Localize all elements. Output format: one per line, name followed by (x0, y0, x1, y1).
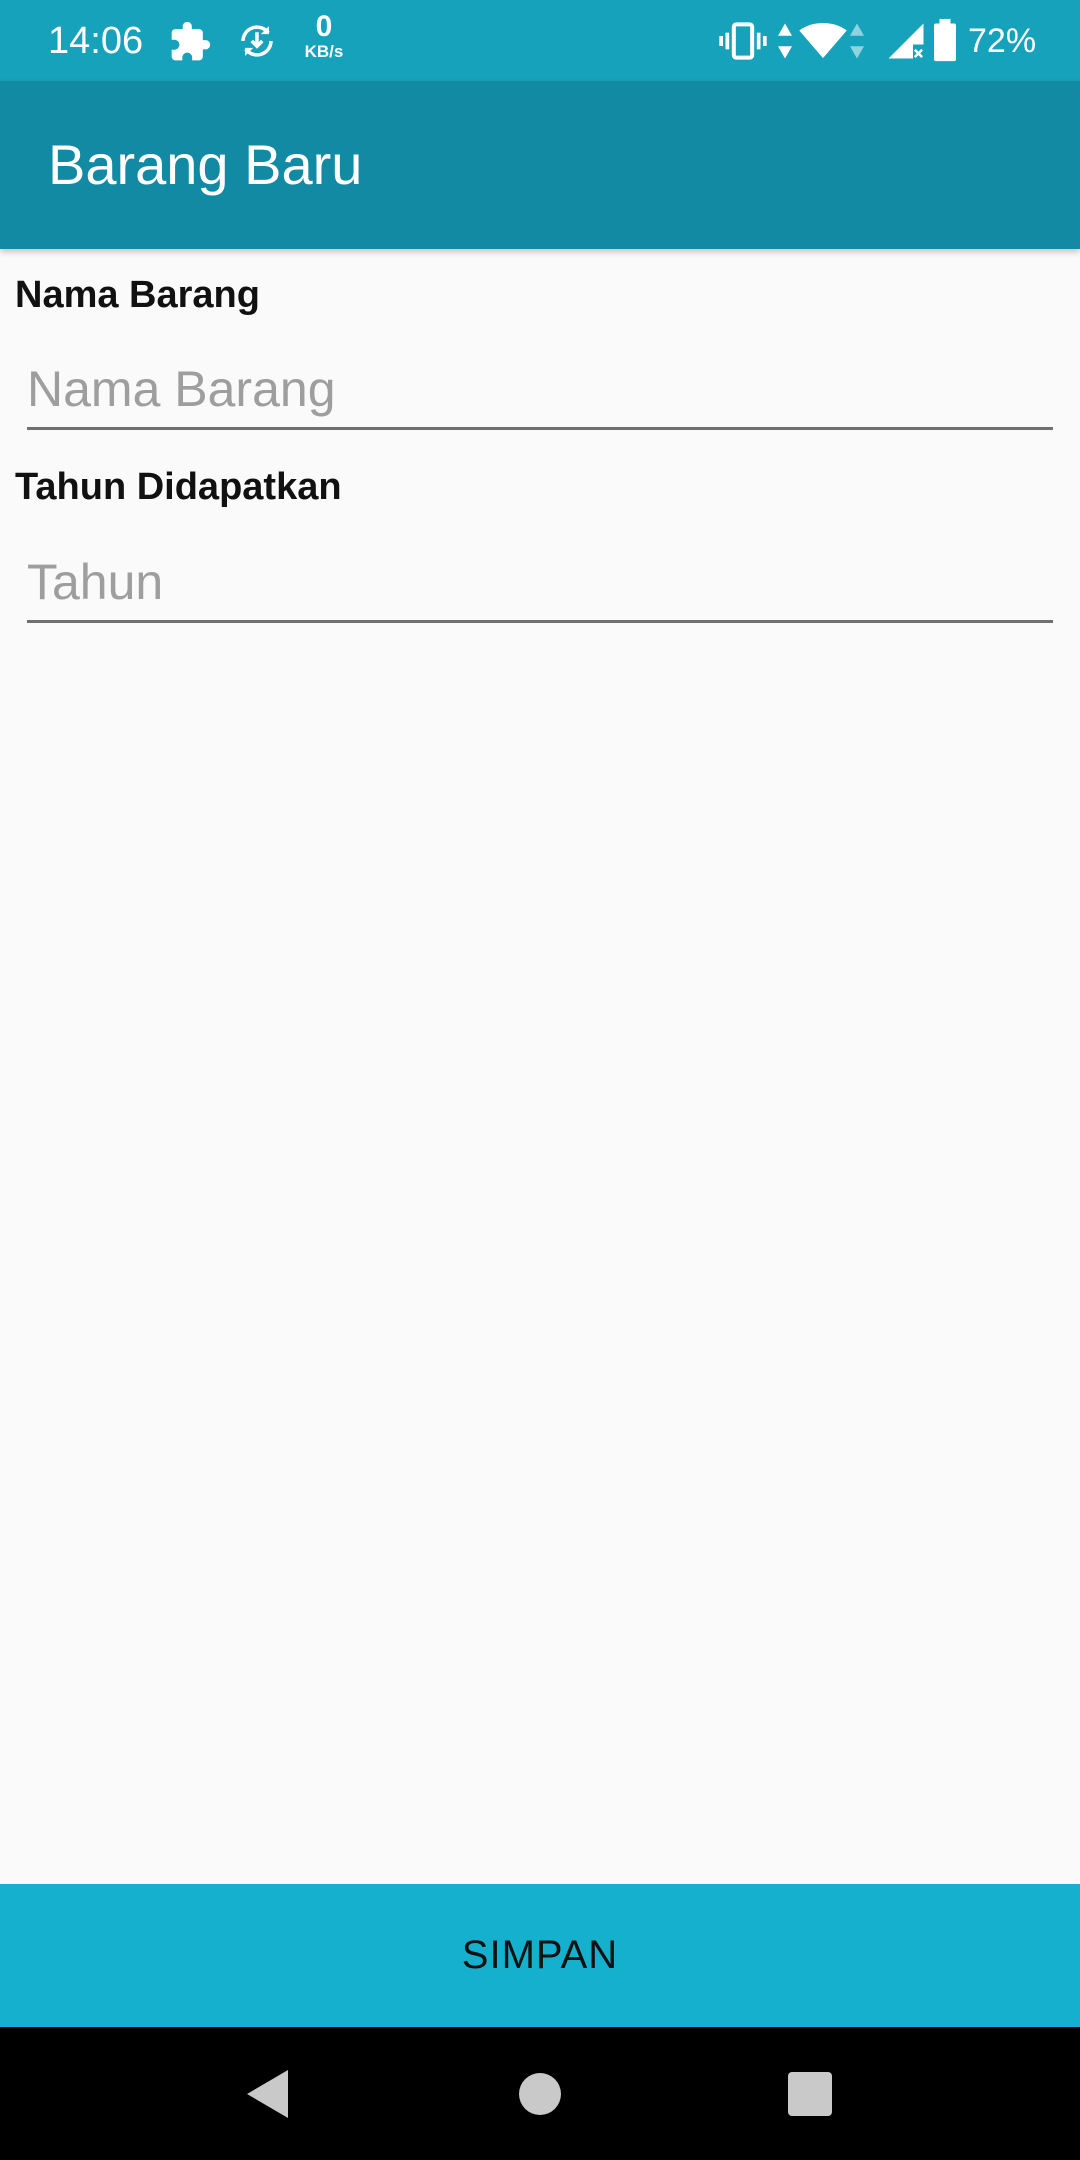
navigation-bar (0, 2027, 1080, 2160)
home-button[interactable] (470, 2027, 610, 2160)
home-icon (519, 2072, 561, 2115)
signal-icon (888, 23, 924, 59)
back-icon (247, 2069, 288, 2118)
status-time: 14:06 (48, 20, 144, 62)
data-arrows-icon (778, 23, 792, 59)
app-bar: Barang Baru (0, 81, 1080, 249)
save-button[interactable]: SIMPAN (0, 1884, 1080, 2027)
network-speed-unit: KB/s (304, 42, 344, 61)
battery-percentage: 72% (968, 22, 1037, 60)
status-bar: 14:06 0 KB/s 72% (0, 0, 1080, 81)
back-button[interactable] (197, 2027, 337, 2160)
network-speed: 0 KB/s (298, 12, 350, 62)
network-speed-value: 0 (315, 10, 333, 43)
puzzle-icon (171, 21, 211, 61)
wifi-icon (799, 22, 847, 59)
download-sync-icon (241, 25, 273, 57)
vibrate-icon (719, 22, 767, 60)
year-input[interactable] (27, 550, 1053, 623)
wifi-activity-icon (850, 23, 864, 59)
battery-icon (934, 18, 956, 62)
name-input[interactable] (27, 357, 1053, 430)
page-title: Barang Baru (48, 133, 363, 196)
recents-button[interactable] (740, 2027, 880, 2160)
name-field-label: Nama Barang (15, 274, 260, 316)
year-field-label: Tahun Didapatkan (15, 466, 342, 508)
recents-icon (788, 2071, 832, 2116)
